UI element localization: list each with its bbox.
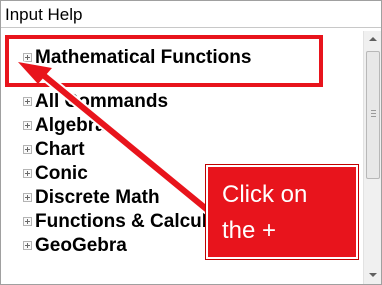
grip-line xyxy=(371,113,376,114)
tree-item-label: Conic xyxy=(35,163,88,184)
expand-plus-icon[interactable] xyxy=(23,169,32,178)
vertical-scrollbar[interactable] xyxy=(363,31,381,284)
arrow-down-icon xyxy=(369,273,377,277)
tree-item-label: Discrete Math xyxy=(35,187,160,208)
expand-plus-icon[interactable] xyxy=(23,121,32,130)
grip-line xyxy=(371,116,376,117)
highlight-box xyxy=(5,35,323,87)
tree-item-label: All Commands xyxy=(35,91,169,112)
expand-plus-icon[interactable] xyxy=(23,217,32,226)
expand-plus-icon[interactable] xyxy=(23,97,32,106)
panel-title: Input Help xyxy=(5,5,83,24)
instruction-callout: Click on the + xyxy=(206,165,358,259)
tree-item-label: Functions & Calculus xyxy=(35,211,230,232)
arrow-up-icon xyxy=(369,37,377,41)
expand-plus-icon[interactable] xyxy=(23,193,32,202)
tree-item-label: GeoGebra xyxy=(35,235,127,256)
expand-plus-icon[interactable] xyxy=(23,145,32,154)
scroll-up-button[interactable] xyxy=(364,31,381,49)
callout-line-1: Click on xyxy=(222,181,308,208)
grip-line xyxy=(371,110,376,111)
scroll-down-button[interactable] xyxy=(364,266,381,284)
callout-line-2: the + xyxy=(222,217,277,244)
scroll-thumb[interactable] xyxy=(366,51,380,179)
tree-item-label: Algebra xyxy=(35,115,106,136)
tree-item-label: Chart xyxy=(35,139,85,160)
panel-header: Input Help xyxy=(1,1,381,28)
expand-plus-icon[interactable] xyxy=(23,241,32,250)
